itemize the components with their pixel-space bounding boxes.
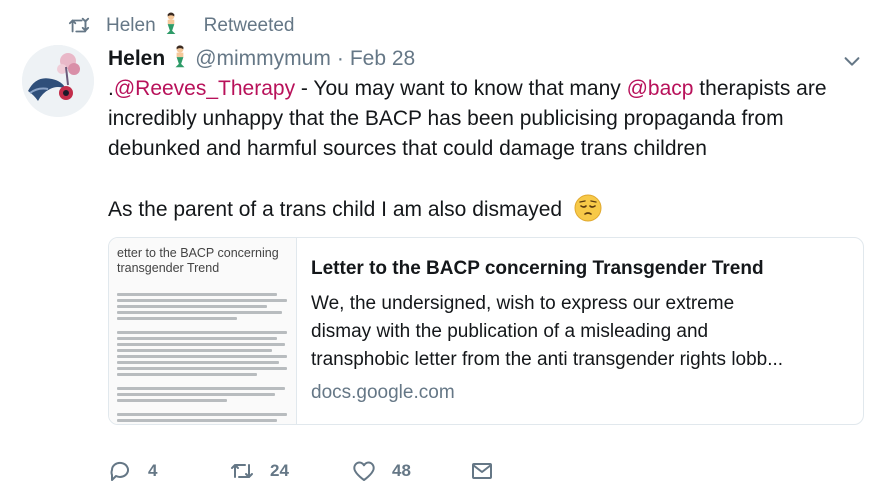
- card-desc-line: dismay with the publication of a mislead…: [311, 321, 709, 342]
- chevron-down-icon[interactable]: [841, 50, 863, 72]
- tweet-text-line: .@Reeves_Therapy - You may want to know …: [108, 74, 868, 104]
- text-segment: therapists are: [693, 77, 827, 100]
- mermaid-emoji-icon: [160, 12, 198, 40]
- like-count: 48: [392, 461, 411, 480]
- heart-icon: [353, 461, 375, 481]
- card-domain: docs.google.com: [311, 382, 455, 403]
- tweet-text-line: incredibly unhappy that the BACP has bee…: [108, 107, 784, 130]
- card-body[interactable]: Letter to the BACP concerning Transgende…: [297, 238, 863, 424]
- direct-message-button[interactable]: [470, 457, 510, 485]
- display-name[interactable]: Helen: [108, 47, 165, 71]
- retweet-count: 24: [270, 461, 289, 480]
- card-description: We, the undersigned, wish to express our…: [311, 290, 863, 374]
- link-preview-card[interactable]: etter to the BACP concerning transgender…: [108, 237, 864, 425]
- mermaid-emoji-icon: [171, 44, 189, 74]
- tweet-text: .@Reeves_Therapy - You may want to know …: [108, 74, 868, 231]
- avatar[interactable]: [22, 45, 94, 117]
- card-thumbnail: etter to the BACP concerning transgender…: [109, 238, 297, 424]
- text-segment: - You may want to know that many: [295, 77, 627, 100]
- tweet-text-line: As the parent of a trans child I am also…: [108, 194, 868, 231]
- separator-dot: ·: [336, 47, 344, 70]
- mention-link[interactable]: @Reeves_Therapy: [114, 77, 295, 100]
- card-desc-line: We, the undersigned, wish to express our…: [311, 293, 735, 314]
- reply-button[interactable]: 4: [108, 457, 157, 485]
- retweet-icon: [231, 464, 253, 478]
- tweet-actions: 4 24 48: [108, 457, 528, 485]
- retweeter-name[interactable]: Helen: [106, 15, 156, 37]
- thumbnail-doc-title: etter to the BACP concerning transgender…: [117, 246, 279, 275]
- mention-link[interactable]: @bacp: [627, 77, 694, 100]
- reply-icon: [110, 461, 129, 481]
- card-desc-line: transphobic letter from the anti transge…: [311, 349, 784, 370]
- tweet-text-line: debunked and harmful sources that could …: [108, 137, 707, 160]
- tweet-date[interactable]: Feb 28: [350, 47, 415, 71]
- user-handle[interactable]: @mimmymum: [195, 47, 331, 71]
- reply-count: 4: [148, 461, 158, 480]
- pensive-face-emoji-icon: [574, 194, 602, 231]
- retweet-context: Helen Retweeted: [68, 12, 295, 40]
- tweet-header: Helen @mimmymum · Feb 28: [108, 44, 415, 74]
- like-button[interactable]: 48: [352, 457, 411, 485]
- retweet-button[interactable]: 24: [230, 457, 289, 485]
- envelope-icon: [472, 463, 492, 479]
- text-segment: As the parent of a trans child I am also…: [108, 198, 563, 221]
- retweet-icon: [68, 17, 90, 33]
- retweeted-label: Retweeted: [203, 15, 295, 36]
- card-title[interactable]: Letter to the BACP concerning Transgende…: [311, 256, 863, 282]
